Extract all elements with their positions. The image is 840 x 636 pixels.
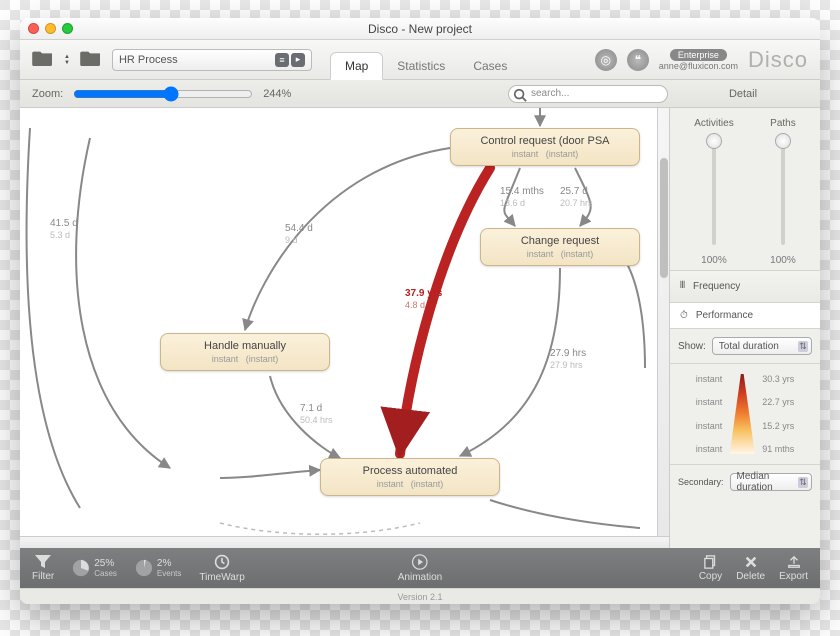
folder-icon[interactable] [80,48,102,71]
project-select[interactable]: HR Process ≡▸ [112,49,312,71]
close-icon[interactable] [28,23,39,34]
help-icon[interactable]: ◎ [595,49,617,71]
secondary-select[interactable]: Median duration [730,473,812,491]
node-control-request[interactable]: Control request (door PSA instant (insta… [450,128,640,166]
node-handle-manually[interactable]: Handle manually instant (instant) [160,333,330,371]
node-title: Process automated [331,465,489,477]
metric-frequency[interactable]: 𝍫 Frequency [670,270,820,302]
delete-button[interactable]: Delete [736,555,765,582]
project-name: HR Process [119,54,178,66]
gradient-bar [728,374,756,454]
node-change-request[interactable]: Change request instant (instant) [480,228,640,266]
toolbar: ▲▼ HR Process ≡▸ Map Statistics Cases ◎ … [20,40,820,80]
zoom-slider[interactable] [73,86,253,102]
app-logo: Disco [748,47,808,73]
copy-button[interactable]: Copy [699,555,722,582]
paths-slider[interactable]: Paths 100% [770,118,796,266]
maximize-icon[interactable] [62,23,73,34]
updown-icon[interactable]: ▲▼ [64,54,70,66]
edge-label-highlight: 37.9 yrs4.8 d [405,288,442,312]
detail-panel: Activities 100% Paths 100% 𝍫 Frequency ⏱… [670,108,820,548]
timewarp-button[interactable]: TimeWarp [199,554,244,583]
zoom-value: 244% [263,88,291,100]
plan-badge: Enterprise [670,49,727,61]
activities-slider[interactable]: Activities 100% [694,118,733,266]
node-title: Change request [491,235,629,247]
edge-label: 54.4 d9 d [285,223,313,247]
process-map-canvas[interactable]: Control request (door PSA instant (insta… [20,108,670,548]
horizontal-scrollbar[interactable] [20,536,669,548]
filter-button[interactable]: Filter [32,555,54,582]
show-select[interactable]: Total duration [712,337,812,355]
edge-label: 25.7 d20.7 hrs [560,186,593,210]
edge-label: 27.9 hrs27.9 hrs [550,348,586,372]
node-process-automated[interactable]: Process automated instant (instant) [320,458,500,496]
metric-performance[interactable]: ⏱ Performance [670,302,820,328]
events-pie[interactable]: 2%Events [135,558,181,578]
node-title: Control request (door PSA [461,135,629,147]
window-title: Disco - New project [368,22,472,36]
node-title: Handle manually [171,340,319,352]
stopwatch-icon: ⏱ [680,310,688,321]
edge-label: 41.5 d5.3 d [50,218,78,242]
edge-label: 7.1 d50.4 hrs [300,403,333,427]
color-gradient-legend: instant instant instant instant 30.3 yrs… [670,363,820,464]
edge-label: 15.4 mths13.6 d [500,186,544,210]
export-button[interactable]: Export [779,555,808,582]
subbar: Zoom: 244% search... Detail [20,80,820,108]
minimize-icon[interactable] [45,23,56,34]
open-folder-icon[interactable] [32,48,54,71]
footer-toolbar: Filter 25%Cases 2%Events TimeWarp Animat… [20,548,820,588]
zoom-label: Zoom: [32,88,63,100]
project-badges: ≡▸ [275,53,305,67]
tally-icon: 𝍫 [680,278,685,295]
secondary-label: Secondary: [678,477,724,487]
main-tabs: Map Statistics Cases [330,40,521,79]
search-placeholder: search... [531,88,569,99]
chat-icon[interactable]: ❝ [627,49,649,71]
vertical-scrollbar[interactable] [657,108,669,536]
cases-pie[interactable]: 25%Cases [72,558,117,578]
titlebar: Disco - New project [20,18,820,40]
user-block[interactable]: Enterprise anne@fluxicon.com [659,49,738,71]
content: Control request (door PSA instant (insta… [20,108,820,548]
app-window: Disco - New project ▲▼ HR Process ≡▸ Map… [20,18,820,604]
search-input[interactable]: search... [508,85,668,103]
tab-cases[interactable]: Cases [459,53,521,79]
version-label: Version 2.1 [20,588,820,604]
show-label: Show: [678,341,706,352]
tab-statistics[interactable]: Statistics [383,53,459,79]
animation-button[interactable]: Animation [398,554,442,583]
user-email: anne@fluxicon.com [659,61,738,71]
detail-heading: Detail [678,88,808,100]
tab-map[interactable]: Map [330,52,383,80]
